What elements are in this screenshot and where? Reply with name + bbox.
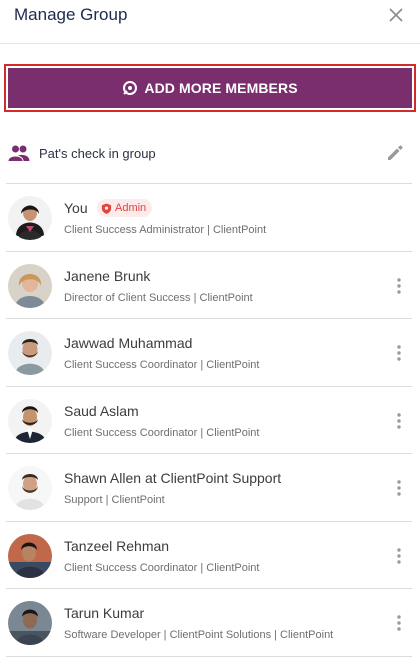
add-more-members-label: ADD MORE MEMBERS [144,80,298,96]
more-vert-icon[interactable] [392,412,406,429]
add-more-members-button[interactable]: ADD MORE MEMBERS [8,68,412,108]
more-vert-icon[interactable] [392,547,406,564]
member-role: Client Success Administrator | ClientPoi… [64,224,267,236]
group-icon [8,145,30,161]
avatar [8,263,52,308]
member-role: Software Developer | ClientPoint Solutio… [64,629,334,641]
dialog-header: Manage Group [0,0,420,44]
member-name: You [64,200,88,216]
more-vert-icon[interactable] [392,345,406,361]
member-row: You Admin Client Success Administrator |… [6,184,412,252]
member-role: Client Success Coordinator | ClientPoint [64,561,260,574]
member-row: Tanzeel Rehman Client Success Coordinato… [6,522,412,589]
avatar [8,533,52,578]
avatar [8,398,52,443]
member-name: Tarun Kumar [64,605,145,621]
avatar [8,601,52,645]
avatar [8,331,52,375]
member-name: Shawn Allen at ClientPoint Support [64,470,282,486]
avatar [8,466,52,510]
more-vert-icon[interactable] [392,615,406,631]
add-members-highlight: ADD MORE MEMBERS [4,64,416,112]
close-icon[interactable] [386,5,406,25]
member-name: Jawwad Muhammad [64,335,193,351]
member-list: You Admin Client Success Administrator |… [6,183,412,657]
member-row: Jawwad Muhammad Client Success Coordinat… [6,319,412,387]
member-row: Shawn Allen at ClientPoint Support Suppo… [6,454,412,522]
group-name-row: Pat's check in group [0,136,420,174]
member-name: Saud Aslam [64,402,139,419]
group-name: Pat's check in group [39,146,156,161]
member-row: Tarun Kumar Software Developer | ClientP… [6,589,412,657]
more-vert-icon[interactable] [392,277,406,294]
shield-icon [101,202,112,214]
admin-badge-label: Admin [115,202,147,214]
member-row: Saud Aslam Client Success Coordinator | … [6,387,412,454]
member-role: Client Success Coordinator | ClientPoint [64,359,260,371]
edit-icon[interactable] [386,144,404,162]
member-row: Janene Brunk Director of Client Success … [6,252,412,319]
more-vert-icon[interactable] [392,480,406,496]
dialog-title: Manage Group [14,5,128,24]
admin-badge: Admin [97,199,153,217]
avatar [8,196,52,240]
member-role: Director of Client Success | ClientPoint [64,291,253,304]
member-name: Janene Brunk [64,267,151,284]
add-member-icon [123,81,138,95]
member-name: Tanzeel Rehman [64,537,170,554]
member-role: Client Success Coordinator | ClientPoint [64,426,260,439]
member-role: Support | ClientPoint [64,494,165,506]
